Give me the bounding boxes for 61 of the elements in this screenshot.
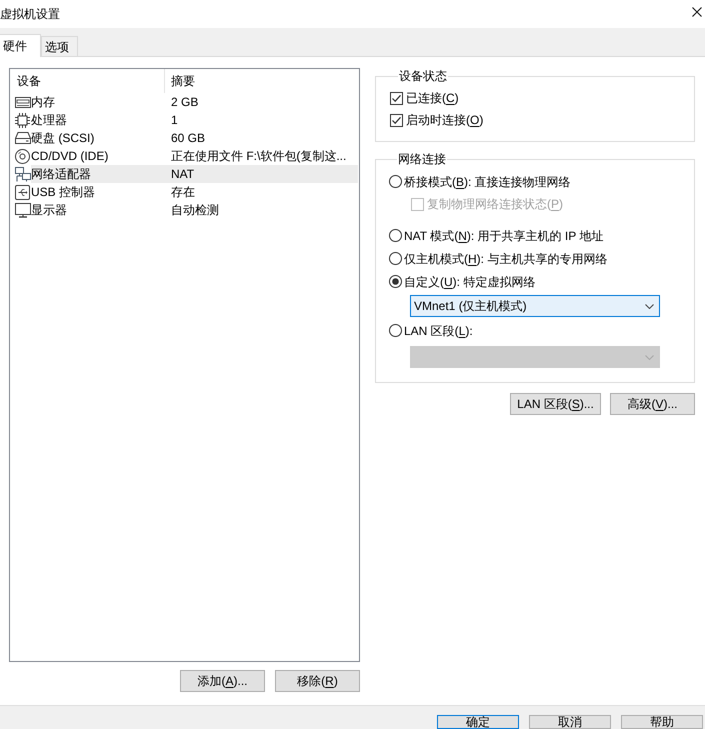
push-button[interactable]: 添加(A)... [180, 670, 265, 692]
dialog-button[interactable]: 帮助 [621, 715, 703, 729]
push-button[interactable]: LAN 区段(S)... [510, 393, 601, 415]
chevron-down-icon [645, 304, 654, 308]
device-summary: 正在使用文件 F:\软件包(复制这... [170, 150, 346, 162]
device-row[interactable]: 硬盘 (SCSI) 60 GB [31, 129, 358, 147]
radio-button[interactable] [389, 324, 402, 337]
device-row[interactable]: 内存 2 GB [31, 93, 358, 111]
radio-label: 自定义(U): 特定虚拟网络 [404, 276, 536, 288]
checkbox-label: 复制物理网络连接状态(P) [427, 198, 564, 210]
device-name: 显示器 [31, 204, 68, 216]
device-row[interactable]: 处理器 1 [31, 111, 358, 129]
device-summary: 1 [170, 114, 178, 126]
device-summary: 自动检测 [170, 204, 219, 216]
usb-port-icon [15, 184, 30, 200]
column-header[interactable]: 设备 [10, 69, 165, 93]
dialog-button[interactable]: 取消 [529, 715, 611, 729]
radio-label: 仅主机模式(H): 与主机共享的专用网络 [404, 252, 608, 264]
monitor-icon [15, 202, 31, 218]
device-row[interactable]: 显示器 自动检测 [31, 201, 358, 219]
device-name: CD/DVD (IDE) [31, 150, 110, 162]
device-name: 硬盘 (SCSI) [31, 132, 96, 144]
radio-button[interactable] [389, 275, 402, 288]
tab[interactable]: 硬件 [0, 34, 41, 57]
radio-button[interactable] [389, 175, 402, 188]
network-dropdown[interactable]: VMnet1 (仅主机模式) [410, 295, 660, 317]
device-row[interactable]: 网络适配器 NAT [31, 165, 358, 183]
device-summary: NAT [170, 168, 194, 180]
radio-label: LAN 区段(L): [404, 324, 473, 336]
device-row[interactable]: CD/DVD (IDE) 正在使用文件 F:\软件包(复制这... [31, 147, 358, 165]
chip-icon [15, 112, 30, 128]
window-title: 虚拟机设置 [0, 8, 60, 20]
checkbox-label: 已连接(C) [406, 92, 459, 104]
memory-module-icon [15, 96, 31, 108]
push-button[interactable]: 高级(V)... [610, 393, 695, 415]
disc-icon [15, 148, 30, 164]
hard-drive-icon [15, 132, 31, 144]
group-title: 设备状态 [398, 68, 448, 84]
push-button[interactable]: 移除(R) [275, 670, 360, 692]
checkbox[interactable] [390, 92, 403, 104]
device-summary: 2 GB [170, 96, 198, 108]
tab[interactable]: 选项 [41, 36, 78, 56]
radio-label: 桥接模式(B): 直接连接物理网络 [404, 176, 571, 188]
network-computers-icon [15, 166, 31, 182]
device-summary: 存在 [170, 186, 195, 198]
device-name: 网络适配器 [31, 168, 92, 180]
group-title: 网络连接 [397, 151, 447, 167]
chevron-down-icon [645, 354, 654, 360]
dialog-button[interactable]: 确定 [437, 715, 519, 729]
device-summary: 60 GB [170, 132, 206, 144]
checkbox-label: 启动时连接(O) [406, 114, 484, 126]
device-name: 处理器 [31, 114, 68, 126]
radio-button[interactable] [389, 252, 402, 265]
radio-label: NAT 模式(N): 用于共享主机的 IP 地址 [404, 230, 604, 242]
device-name: USB 控制器 [31, 186, 96, 198]
radio-button[interactable] [389, 229, 402, 242]
close-icon[interactable] [692, 7, 702, 17]
column-header[interactable]: 摘要 [165, 69, 359, 93]
device-name: 内存 [31, 96, 56, 108]
checkbox[interactable] [390, 114, 403, 126]
device-row[interactable]: USB 控制器 存在 [31, 183, 358, 201]
